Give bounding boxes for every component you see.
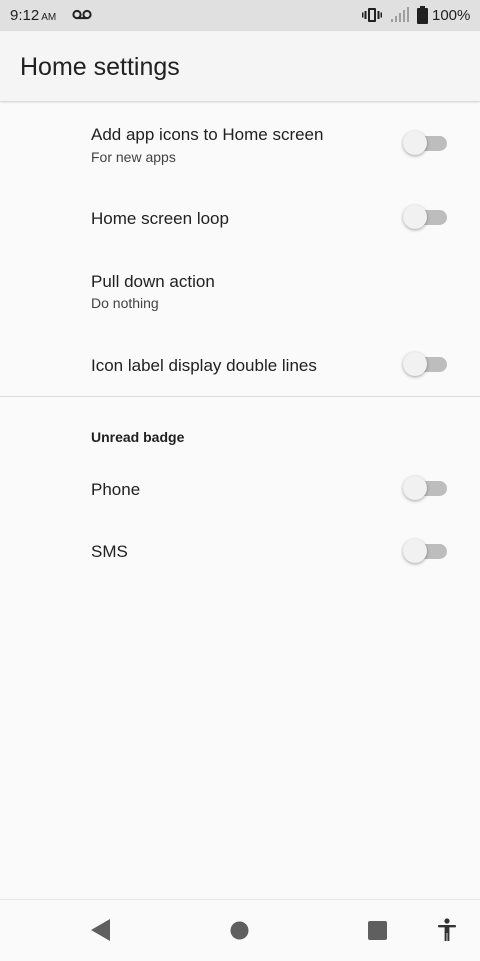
clock-time: 9:12: [10, 7, 40, 24]
pref-summary: For new apps: [91, 149, 176, 165]
battery-icon: [417, 6, 428, 24]
icon-label-double-lines-switch[interactable]: [403, 352, 447, 376]
signal-icon: [391, 7, 409, 22]
section-divider: [0, 396, 480, 397]
pref-title: Phone: [91, 480, 141, 499]
pref-icon-label-double-lines[interactable]: Icon label display double lines: [0, 333, 480, 396]
phone-badge-switch[interactable]: [403, 476, 447, 500]
battery-percentage: 100%: [432, 7, 471, 24]
switch-thumb: [403, 131, 427, 155]
pref-badge-phone[interactable]: Phone: [0, 458, 480, 520]
clock-ampm: AM: [41, 12, 57, 23]
pref-title: Pull down action: [91, 272, 215, 291]
switch-thumb: [403, 539, 427, 563]
add-app-icons-switch[interactable]: [403, 131, 447, 155]
home-icon[interactable]: [230, 921, 249, 940]
voicemail-icon: [72, 9, 92, 20]
home-screen-loop-switch[interactable]: [403, 205, 447, 229]
vibrate-icon: [362, 8, 382, 22]
navigation-bar: [0, 899, 480, 961]
pref-home-screen-loop[interactable]: Home screen loop: [0, 187, 480, 249]
switch-thumb: [403, 205, 427, 229]
pref-summary: Do nothing: [91, 295, 159, 311]
page-title: Home settings: [20, 53, 180, 81]
recents-icon[interactable]: [368, 921, 387, 940]
status-time: 9:12 AM: [10, 7, 56, 24]
section-header-unread-badge: Unread badge: [91, 429, 185, 445]
pref-badge-sms[interactable]: SMS: [0, 520, 480, 582]
pref-pull-down-action[interactable]: Pull down action Do nothing: [0, 249, 480, 333]
sms-badge-switch[interactable]: [403, 539, 447, 563]
pref-title: Add app icons to Home screen: [91, 125, 324, 144]
back-icon[interactable]: [90, 918, 112, 942]
app-bar: Home settings: [0, 31, 480, 101]
pref-title: SMS: [91, 542, 128, 561]
pref-title: Home screen loop: [91, 209, 229, 228]
switch-thumb: [403, 476, 427, 500]
accessibility-icon[interactable]: [437, 918, 457, 942]
pref-title: Icon label display double lines: [91, 356, 317, 375]
status-bar: 9:12 AM 100%: [0, 0, 480, 31]
switch-thumb: [403, 352, 427, 376]
pref-add-app-icons[interactable]: Add app icons to Home screen For new app…: [0, 103, 480, 187]
